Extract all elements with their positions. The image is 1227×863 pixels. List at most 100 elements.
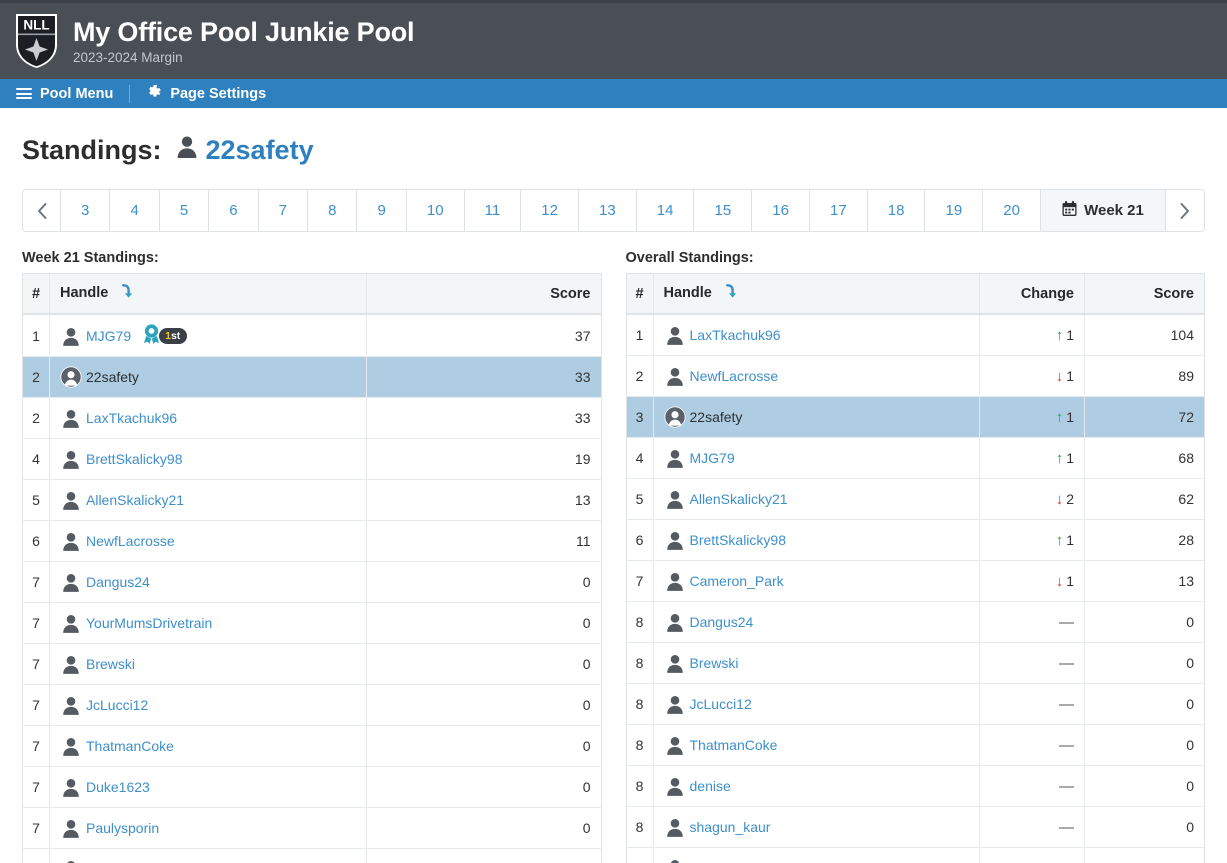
sort-descending-arrow-icon[interactable] (723, 284, 737, 303)
handle-link[interactable]: ThatmanCoke (86, 738, 174, 754)
handle-link[interactable]: Paulysporin (86, 820, 159, 836)
handle-link[interactable]: 22safety (86, 369, 139, 385)
pagination-week-16[interactable]: 16 (752, 190, 810, 231)
table-header-row: # Handle Score (22, 273, 601, 315)
overall-col-score[interactable]: Score (1084, 273, 1205, 315)
score-cell: 0 (1084, 601, 1205, 643)
handle-link[interactable]: Duke1623 (86, 779, 150, 795)
table-row[interactable]: 8 Brewski — 0 (626, 642, 1205, 684)
handle-link[interactable]: Brewski (690, 655, 739, 671)
pagination-week-8[interactable]: 8 (308, 190, 358, 231)
table-row[interactable]: 2 NewfLacrosse ↓ 1 89 (626, 355, 1205, 397)
table-row[interactable]: 1 LaxTkachuk96 ↑ 1 104 (626, 314, 1205, 356)
handle-cell: ThatmanCoke (49, 725, 367, 767)
table-row[interactable]: 7 Cameron_Park ↓ 1 13 (626, 560, 1205, 602)
handle-link[interactable]: LaxTkachuk96 (86, 410, 177, 426)
handle-link[interactable]: AllenSkalicky21 (86, 492, 184, 508)
table-row[interactable]: 8 JcLucci12 — 0 (626, 683, 1205, 725)
handle-link[interactable]: BrettSkalicky98 (690, 532, 786, 548)
handle-link[interactable]: BrettSkalicky98 (86, 451, 182, 467)
svg-text:NLL: NLL (23, 18, 49, 33)
handle-link[interactable]: NewfLacrosse (690, 368, 779, 384)
table-row[interactable]: 1 MJG79 1st 37 (22, 314, 601, 357)
change-cell: ↓ 1 (979, 355, 1085, 397)
weekly-col-score[interactable]: Score (366, 273, 601, 315)
pool-menu-button[interactable]: Pool Menu (16, 86, 113, 102)
page-title-handle[interactable]: 22safety (206, 133, 314, 167)
sort-descending-arrow-icon[interactable] (119, 284, 133, 303)
table-row[interactable]: 7 YourMumsDrivetrain 0 (22, 602, 601, 644)
table-row[interactable]: 2 LaxTkachuk96 33 (22, 397, 601, 439)
table-row[interactable]: 5 AllenSkalicky21 ↓ 2 62 (626, 478, 1205, 520)
handle-link[interactable]: YourMumsDrivetrain (86, 615, 212, 631)
handle-link[interactable]: Dangus24 (86, 574, 150, 590)
change-value: 1 (1066, 450, 1074, 466)
handle-link[interactable]: AllenSkalicky21 (690, 491, 788, 507)
pagination-prev-button[interactable] (23, 190, 61, 231)
pagination-week-15[interactable]: 15 (694, 190, 753, 231)
pagination-week-11[interactable]: 11 (464, 190, 522, 231)
table-row[interactable]: 6 NewfLacrosse 11 (22, 520, 601, 562)
pagination-current-week[interactable]: Week 21 (1040, 190, 1166, 231)
score-cell: 0 (366, 848, 601, 863)
handle-link[interactable]: 22safety (690, 409, 743, 425)
table-row[interactable]: 8 Dangus24 — 0 (626, 601, 1205, 643)
pagination-week-6[interactable]: 6 (209, 190, 259, 231)
pagination-week-19[interactable]: 19 (925, 190, 984, 231)
table-row[interactable]: 8TLMP_Picks — 0 (626, 847, 1205, 863)
handle-link[interactable]: NewfLacrosse (86, 533, 175, 549)
handle-link[interactable]: Brewski (86, 656, 135, 672)
handle-link[interactable]: JcLucci12 (690, 696, 752, 712)
table-row[interactable]: 7 Paulysporin 0 (22, 807, 601, 849)
pagination-next-button[interactable] (1165, 190, 1204, 231)
weekly-col-rank[interactable]: # (22, 273, 50, 315)
pagination-week-9[interactable]: 9 (357, 190, 407, 231)
table-row[interactable]: 8 ThatmanCoke — 0 (626, 724, 1205, 766)
user-avatar-icon (664, 570, 686, 592)
handle-link[interactable]: MJG79 (86, 328, 131, 344)
pagination-week-3[interactable]: 3 (61, 190, 111, 231)
handle-link[interactable]: Cameron_Park (690, 573, 784, 589)
pagination-week-10[interactable]: 10 (406, 190, 465, 231)
pagination-week-13[interactable]: 13 (578, 190, 637, 231)
handle-link[interactable]: Dangus24 (690, 614, 754, 630)
weekly-col-handle[interactable]: Handle (49, 273, 367, 315)
pagination-week-4[interactable]: 4 (110, 190, 160, 231)
weekly-standings-caption: Week 21 Standings: (22, 250, 159, 266)
handle-link[interactable]: ThatmanCoke (690, 737, 778, 753)
rank-cell: 3 (626, 396, 654, 438)
pagination-week-7[interactable]: 7 (258, 190, 309, 231)
table-row[interactable]: 7 JcLucci12 0 (22, 684, 601, 726)
handle-link[interactable]: LaxTkachuk96 (690, 327, 781, 343)
overall-col-rank[interactable]: # (626, 273, 654, 315)
pagination-week-5[interactable]: 5 (159, 190, 210, 231)
table-row[interactable]: 8 denise — 0 (626, 765, 1205, 807)
handle-link[interactable]: denise (690, 778, 731, 794)
overall-col-change[interactable]: Change (979, 273, 1085, 315)
pagination-week-14[interactable]: 14 (636, 190, 695, 231)
pagination-week-17[interactable]: 17 (809, 190, 868, 231)
user-avatar-icon (664, 365, 686, 387)
pagination-week-12[interactable]: 12 (521, 190, 579, 231)
handle-link[interactable]: shagun_kaur (690, 819, 771, 835)
page-settings-button[interactable]: Page Settings (146, 84, 266, 104)
table-row[interactable]: 3 22safety ↑ 1 72 (626, 396, 1205, 438)
table-row[interactable]: 7denise0 (22, 848, 601, 863)
overall-col-handle[interactable]: Handle (653, 273, 980, 315)
table-row[interactable]: 7 Dangus24 0 (22, 561, 601, 603)
table-row[interactable]: 7 Duke1623 0 (22, 766, 601, 808)
table-row[interactable]: 7 Brewski 0 (22, 643, 601, 685)
handle-cell: ThatmanCoke (653, 724, 980, 766)
pagination-week-20[interactable]: 20 (983, 190, 1041, 231)
nav-bar: Pool Menu Page Settings (0, 79, 1227, 108)
handle-link[interactable]: JcLucci12 (86, 697, 148, 713)
table-row[interactable]: 6 BrettSkalicky98 ↑ 1 28 (626, 519, 1205, 561)
table-row[interactable]: 7 ThatmanCoke 0 (22, 725, 601, 767)
table-row[interactable]: 2 22safety 33 (22, 356, 601, 398)
handle-link[interactable]: MJG79 (690, 450, 735, 466)
table-row[interactable]: 5 AllenSkalicky21 13 (22, 479, 601, 521)
pagination-week-18[interactable]: 18 (867, 190, 926, 231)
table-row[interactable]: 4 MJG79 ↑ 1 68 (626, 437, 1205, 479)
table-row[interactable]: 4 BrettSkalicky98 19 (22, 438, 601, 480)
table-row[interactable]: 8 shagun_kaur — 0 (626, 806, 1205, 848)
